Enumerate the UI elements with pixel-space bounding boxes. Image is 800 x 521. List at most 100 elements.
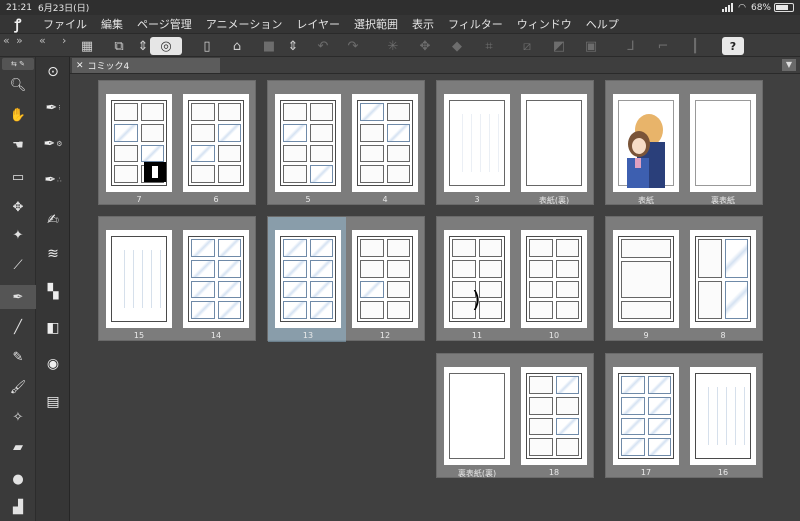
redo-icon[interactable]: ↷ bbox=[344, 37, 362, 55]
pin-icon[interactable]: ┃ bbox=[686, 37, 704, 55]
page-thumbnail[interactable] bbox=[352, 94, 418, 192]
battery-percent: 68% bbox=[750, 2, 771, 13]
film-icon[interactable]: ▤ bbox=[36, 389, 70, 415]
menu-file[interactable]: ファイル bbox=[36, 16, 94, 32]
selection-tool-icon[interactable]: ▭ bbox=[0, 165, 36, 189]
page-thumbnail[interactable] bbox=[521, 230, 587, 328]
page-thumbnail[interactable] bbox=[106, 230, 172, 328]
spiral-icon[interactable]: ◎ bbox=[150, 37, 182, 55]
menu-edit[interactable]: 編集 bbox=[94, 16, 130, 32]
page-thumbnail[interactable] bbox=[613, 230, 679, 328]
page-thumbnail[interactable] bbox=[613, 367, 679, 465]
page-thumbnail[interactable] bbox=[521, 94, 587, 192]
invert-selection-icon[interactable]: ◩ bbox=[550, 37, 568, 55]
spread-11-10[interactable]: ) 11 10 bbox=[436, 216, 594, 341]
fill-tool-icon[interactable]: ● bbox=[0, 467, 36, 491]
snap-icon[interactable]: ⌐ bbox=[654, 37, 672, 55]
menu-help[interactable]: ヘルプ bbox=[579, 16, 626, 32]
new-page-icon[interactable]: ▯ bbox=[198, 37, 216, 55]
transform-icon[interactable]: ✥ bbox=[416, 37, 434, 55]
operation-tool-icon[interactable]: ☚ bbox=[0, 133, 36, 157]
menu-animation[interactable]: アニメーション bbox=[199, 16, 290, 32]
menu-filter[interactable]: フィルター bbox=[441, 16, 510, 32]
color-palette-icon[interactable]: ▚ bbox=[36, 279, 70, 305]
close-tab-icon[interactable]: ✕ bbox=[76, 61, 84, 71]
brush-tool-icon[interactable]: ✎ bbox=[0, 345, 36, 369]
pen-settings-icon[interactable]: ✒ ⁝ bbox=[36, 95, 70, 121]
page-manager-canvas: 7 6 5 4 3 表紙(裏) 表紙 裏表紙 15 14 13 12) 11 … bbox=[70, 74, 800, 521]
spread-9-8[interactable]: 9 8 bbox=[605, 216, 763, 341]
open-folder-icon[interactable]: ⌂ bbox=[228, 37, 246, 55]
decoration-tool-icon[interactable]: 🖌︎ bbox=[0, 375, 36, 399]
pen-cursor-mark: ) bbox=[472, 288, 481, 313]
pen-dots-icon[interactable]: ✒ ∴ bbox=[36, 167, 70, 193]
document-tab[interactable]: ✕ コミック4 bbox=[72, 58, 220, 73]
page-thumbnail-selected[interactable] bbox=[275, 230, 341, 328]
page-label: 表紙(裏) bbox=[538, 196, 570, 205]
expand-right-icon[interactable]: » bbox=[16, 34, 23, 47]
spread-15-14[interactable]: 15 14 bbox=[98, 216, 256, 341]
zoom-tool-icon[interactable]: 🔍︎ bbox=[0, 73, 36, 97]
spread-13-12[interactable]: 13 12 bbox=[267, 216, 425, 342]
ruler-icon[interactable]: ⅃ bbox=[622, 37, 640, 55]
page-thumbnail[interactable] bbox=[613, 94, 679, 192]
menu-selection[interactable]: 選択範囲 bbox=[347, 16, 405, 32]
eyedropper-icon[interactable]: ⟋ bbox=[0, 253, 36, 277]
crop-icon[interactable]: ⌗ bbox=[480, 37, 498, 55]
layer-property-icon[interactable]: ◧ bbox=[36, 315, 70, 341]
collapse-left-icon[interactable]: « bbox=[3, 34, 10, 47]
app-logo-icon[interactable]: ꝭ bbox=[0, 15, 36, 34]
tool-panel-tab[interactable]: ⇆ ✎ bbox=[2, 58, 34, 70]
menu-layer[interactable]: レイヤー bbox=[289, 16, 347, 32]
deselect-icon[interactable]: ⧄ bbox=[518, 37, 536, 55]
gradient-tool-icon[interactable]: ▟ bbox=[0, 495, 36, 519]
page-settings-icon[interactable]: ⧉ bbox=[110, 37, 128, 55]
save-icon[interactable]: ■ bbox=[260, 37, 278, 55]
spread-back-inside-18[interactable]: 裏表紙(裏) 18 bbox=[436, 353, 594, 478]
blend-tool-icon[interactable]: ✧ bbox=[0, 405, 36, 429]
spread-17-16[interactable]: 17 16 bbox=[605, 353, 763, 478]
pen-gear-icon[interactable]: ✒ ⚙ bbox=[36, 131, 70, 157]
tab-dropdown-icon[interactable]: ▼ bbox=[782, 59, 796, 71]
collapse-left-icon-2[interactable]: « bbox=[39, 34, 46, 47]
zoom-icon[interactable]: ⊙ bbox=[36, 59, 70, 85]
spread-5-4[interactable]: 5 4 bbox=[267, 80, 425, 205]
menu-window[interactable]: ウィンドウ bbox=[510, 16, 579, 32]
grid-view-icon[interactable]: ▦ bbox=[78, 37, 96, 55]
page-thumbnail[interactable]: ) bbox=[444, 230, 510, 328]
page-thumbnail[interactable] bbox=[690, 94, 756, 192]
menu-view[interactable]: 表示 bbox=[405, 16, 441, 32]
fill-icon[interactable]: ◆ bbox=[448, 37, 466, 55]
move-tool-icon[interactable]: ✥ bbox=[0, 195, 36, 219]
menu-page-management[interactable]: ページ管理 bbox=[130, 16, 199, 32]
spread-cover[interactable]: 表紙 裏表紙 bbox=[605, 80, 763, 205]
stroke-icon[interactable]: ✍ bbox=[36, 207, 70, 233]
undo-icon[interactable]: ↶ bbox=[314, 37, 332, 55]
reorder-icon[interactable]: ⇕ bbox=[284, 37, 302, 55]
page-thumbnail[interactable] bbox=[275, 94, 341, 192]
pencil-tool-icon[interactable]: ╱ bbox=[0, 315, 36, 339]
auto-select-icon[interactable]: ✦ bbox=[0, 223, 36, 247]
loading-icon[interactable]: ✳ bbox=[384, 37, 402, 55]
help-button[interactable]: ? bbox=[722, 37, 744, 55]
page-thumbnail[interactable] bbox=[521, 367, 587, 465]
page-label: 8 bbox=[720, 331, 726, 340]
page-thumbnail[interactable] bbox=[444, 367, 510, 465]
chevron-right-icon[interactable]: › bbox=[62, 34, 66, 47]
page-thumbnail[interactable] bbox=[690, 230, 756, 328]
spread-3-cover-back[interactable]: 3 表紙(裏) bbox=[436, 80, 594, 205]
color-wheel-icon[interactable]: ◉ bbox=[36, 351, 70, 377]
page-thumbnail[interactable] bbox=[690, 367, 756, 465]
select-all-icon[interactable]: ▣ bbox=[582, 37, 600, 55]
layers-icon[interactable]: ≋ bbox=[36, 241, 70, 267]
page-thumbnail[interactable] bbox=[444, 94, 510, 192]
hand-tool-icon[interactable]: ✋ bbox=[0, 103, 36, 127]
pen-tool-icon[interactable]: ✒ bbox=[0, 285, 36, 309]
page-thumbnail[interactable] bbox=[106, 94, 172, 192]
page-thumbnail[interactable] bbox=[352, 230, 418, 328]
page-thumbnail[interactable] bbox=[183, 230, 249, 328]
page-thumbnail[interactable] bbox=[183, 94, 249, 192]
spread-7-6[interactable]: 7 6 bbox=[98, 80, 256, 205]
eraser-tool-icon[interactable]: ▰ bbox=[0, 435, 36, 459]
signal-icon bbox=[722, 3, 734, 12]
